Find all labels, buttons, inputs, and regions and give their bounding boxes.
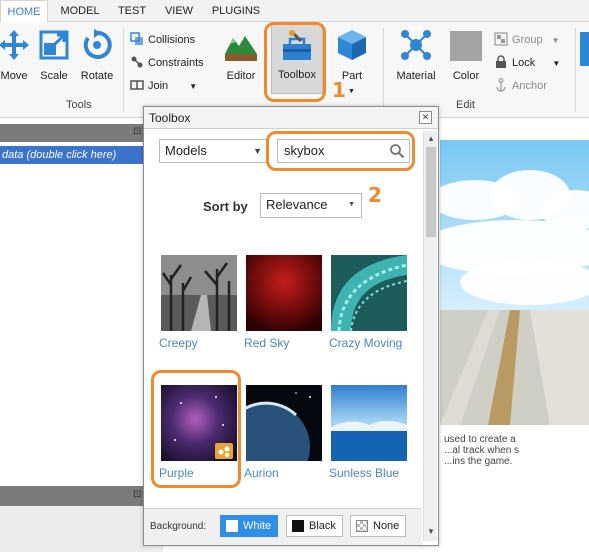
annotation-step-2: 2: [368, 183, 382, 207]
ribbon-divider: [383, 28, 384, 112]
collisions-icon: [130, 32, 144, 46]
part-cube-icon: [338, 30, 366, 60]
track-graphic: [440, 310, 589, 425]
join-dropdown[interactable]: Join ▼: [130, 78, 197, 92]
tab-plugins[interactable]: PLUGINS: [205, 0, 267, 22]
creepy-forest-image: [161, 255, 237, 331]
aurion-planet-image: [246, 385, 322, 461]
explorer-body: [0, 164, 163, 486]
anchor-toggle[interactable]: Anchor: [494, 78, 547, 92]
result-thumb-sunless-blue[interactable]: [331, 385, 407, 461]
chevron-down-icon: ▼: [551, 36, 560, 45]
chevron-down-icon: ▼: [552, 59, 561, 68]
tab-view[interactable]: VIEW: [158, 0, 200, 22]
sunless-blue-image: [331, 385, 407, 461]
constraints-toggle[interactable]: Constraints: [130, 55, 204, 69]
properties-body: [0, 506, 163, 552]
tools-group-label: Tools: [66, 99, 92, 111]
annotation-toolbox-highlight: [264, 22, 326, 102]
result-thumb-creepy[interactable]: [161, 255, 237, 331]
ribbon-divider: [123, 28, 124, 112]
terrain-editor-icon: [225, 36, 257, 61]
sort-select[interactable]: Relevance ▼: [260, 193, 362, 218]
ribbon-divider: [575, 28, 576, 112]
checker-swatch-icon: [356, 520, 368, 532]
chevron-down-icon: ▼: [348, 88, 355, 95]
result-thumb-aurion[interactable]: [246, 385, 322, 461]
anchor-icon: [494, 78, 508, 92]
constraints-icon: [130, 55, 144, 69]
result-label-red-sky[interactable]: Red Sky: [244, 336, 289, 350]
scroll-up-icon[interactable]: ▲: [426, 134, 436, 144]
result-thumb-red-sky[interactable]: [246, 255, 322, 331]
result-thumb-crazy-moving[interactable]: [331, 255, 407, 331]
toolbox-title: Toolbox: [149, 111, 191, 125]
tab-test[interactable]: TEST: [110, 0, 154, 22]
result-label-aurion[interactable]: Aurion: [244, 466, 279, 480]
explorer-selected-row[interactable]: data (double click here): [0, 146, 163, 164]
pin-icon[interactable]: ⊡: [133, 489, 141, 500]
scale-button[interactable]: Scale: [36, 26, 72, 86]
game-viewport[interactable]: [440, 140, 589, 425]
material-icon: [401, 30, 431, 60]
join-icon: [130, 78, 144, 92]
explorer-header: [0, 124, 150, 142]
chevron-down-icon: ▼: [189, 82, 198, 91]
ribbon-overflow-icon[interactable]: [580, 32, 589, 66]
scroll-thumb[interactable]: [426, 147, 436, 237]
viewport-text: used to create a ...al track when s ...i…: [444, 434, 520, 467]
pin-icon[interactable]: ⊡: [133, 126, 141, 137]
background-label: Background:: [150, 521, 207, 532]
tab-model[interactable]: MODEL: [52, 0, 108, 22]
chevron-down-icon: ▼: [348, 201, 355, 208]
result-label-creepy[interactable]: Creepy: [159, 336, 198, 350]
group-icon: [494, 32, 508, 46]
background-bar: Background: White Black None: [144, 508, 422, 545]
result-label-crazy-moving[interactable]: Crazy Moving: [329, 336, 402, 350]
color-button[interactable]: Color: [446, 26, 486, 86]
annotation-step-1: 1: [332, 78, 346, 102]
properties-header: [0, 486, 150, 506]
toolbox-scrollbar[interactable]: ▲ ▼: [423, 131, 437, 541]
result-label-sunless-blue[interactable]: Sunless Blue: [329, 466, 399, 480]
lock-icon: [494, 55, 508, 69]
group-dropdown[interactable]: Group ▼: [494, 32, 560, 46]
sky-cloud: [460, 260, 589, 305]
move-button[interactable]: Move: [0, 26, 36, 86]
white-swatch-icon: [226, 520, 238, 532]
rotate-button[interactable]: Rotate: [76, 26, 118, 86]
baseplate: [440, 310, 589, 425]
close-icon[interactable]: ✕: [419, 111, 432, 124]
rotate-icon: [83, 29, 112, 59]
bg-black-button[interactable]: Black: [286, 515, 343, 537]
bg-white-button[interactable]: White: [220, 515, 278, 537]
move-icon: [0, 30, 29, 60]
lock-dropdown[interactable]: Lock ▼: [494, 55, 560, 69]
bg-none-button[interactable]: None: [350, 515, 406, 537]
edit-group-label: Edit: [456, 99, 475, 111]
editor-button[interactable]: Editor: [220, 26, 262, 86]
material-button[interactable]: Material: [390, 26, 442, 86]
red-sky-image: [246, 255, 322, 331]
toolbox-titlebar[interactable]: Toolbox ✕: [144, 107, 438, 129]
annotation-search-highlight: [266, 131, 415, 171]
scale-icon: [39, 30, 69, 60]
scroll-down-icon[interactable]: ▼: [426, 527, 436, 537]
collisions-toggle[interactable]: Collisions: [130, 32, 195, 46]
color-swatch-icon: [450, 31, 482, 61]
annotation-purple-highlight: [151, 370, 241, 488]
part-button[interactable]: Part ▼: [332, 26, 372, 95]
ribbon-tabs: HOME MODEL TEST VIEW PLUGINS: [0, 0, 589, 23]
sort-label: Sort by: [203, 199, 248, 214]
crazy-moving-image: [331, 255, 407, 331]
tab-home[interactable]: HOME: [0, 0, 48, 23]
chevron-down-icon: ▼: [253, 146, 262, 156]
black-swatch-icon: [292, 520, 304, 532]
category-select[interactable]: Models ▼: [159, 139, 269, 163]
